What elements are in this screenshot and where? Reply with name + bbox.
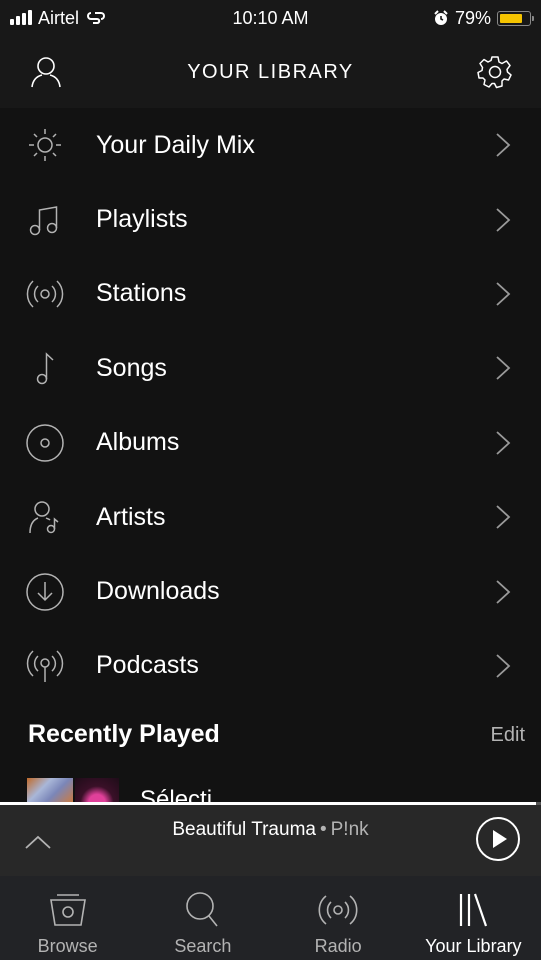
- bottom-tab-bar: Browse Search Radio Your Library: [0, 876, 541, 960]
- recently-played-item[interactable]: Sélecti: [0, 778, 541, 804]
- menu-item-label: Songs: [96, 353, 167, 382]
- menu-item-artists[interactable]: Artists: [0, 480, 541, 554]
- now-playing-track: Beautiful Trauma: [172, 819, 316, 840]
- playback-progress-bar: [0, 802, 541, 805]
- alarm-clock-icon: [434, 10, 448, 25]
- menu-item-downloads[interactable]: Downloads: [0, 554, 541, 628]
- settings-button[interactable]: [475, 52, 515, 92]
- podcast-icon: [24, 645, 66, 687]
- chevron-right-icon: [493, 130, 513, 160]
- artist-icon: [24, 496, 66, 538]
- carrier-name: Airtel: [38, 7, 80, 28]
- library-menu: Your Daily Mix Playlists Stations Songs …: [0, 108, 541, 703]
- now-playing-artist: P!nk: [330, 819, 369, 840]
- chevron-right-icon: [493, 428, 513, 458]
- wifi-calling-icon: [87, 12, 106, 24]
- chevron-right-icon: [493, 205, 513, 235]
- settings-gear-icon: [477, 56, 512, 89]
- tab-label: Browse: [37, 936, 98, 956]
- chevron-right-icon: [493, 577, 513, 607]
- chevron-right-icon: [493, 502, 513, 532]
- browse-icon: [48, 890, 88, 930]
- menu-item-songs[interactable]: Songs: [0, 331, 541, 405]
- menu-item-stations[interactable]: Stations: [0, 257, 541, 331]
- radio-icon: [318, 890, 358, 930]
- separator-dot: •: [319, 819, 327, 840]
- page-title: YOUR LIBRARY: [187, 60, 354, 83]
- menu-item-label: Your Daily Mix: [96, 130, 255, 159]
- menu-item-label: Albums: [96, 428, 180, 457]
- battery-percent: 79%: [454, 7, 491, 28]
- menu-item-daily-mix[interactable]: Your Daily Mix: [0, 108, 541, 182]
- cover-art-thumbnail: [75, 778, 119, 804]
- tab-your-library[interactable]: Your Library: [406, 876, 541, 960]
- recently-played-header: Recently Played Edit: [0, 716, 541, 756]
- album-disc-icon: [24, 422, 66, 464]
- menu-item-podcasts[interactable]: Podcasts: [0, 629, 541, 703]
- status-bar: Airtel 10:10 AM 79%: [0, 0, 541, 36]
- status-left: Airtel: [0, 8, 107, 29]
- recently-played-title: Recently Played: [28, 720, 220, 748]
- menu-item-playlists[interactable]: Playlists: [0, 182, 541, 256]
- battery-fill: [500, 13, 523, 23]
- menu-item-label: Downloads: [96, 577, 220, 606]
- menu-item-label: Podcasts: [96, 651, 199, 680]
- menu-item-label: Stations: [96, 279, 187, 308]
- radio-waves-icon: [24, 273, 66, 315]
- menu-item-albums[interactable]: Albums: [0, 406, 541, 480]
- profile-icon: [31, 57, 61, 88]
- library-icon: [453, 890, 493, 930]
- download-circle-icon: [24, 571, 66, 613]
- tab-label: Search: [174, 936, 232, 956]
- music-note-icon: [24, 347, 66, 389]
- tab-browse[interactable]: Browse: [0, 876, 135, 960]
- library-header: YOUR LIBRARY: [0, 36, 541, 108]
- tab-radio[interactable]: Radio: [271, 876, 406, 960]
- now-playing-info: Beautiful Trauma • P!nk: [0, 819, 541, 841]
- sun-icon: [24, 124, 66, 166]
- playback-progress-fill: [0, 802, 536, 805]
- profile-button[interactable]: [26, 52, 66, 92]
- signal-strength-icon: [10, 10, 32, 25]
- music-notes-icon: [24, 199, 66, 241]
- now-playing-bar[interactable]: Beautiful Trauma • P!nk: [0, 802, 541, 876]
- chevron-right-icon: [493, 651, 513, 681]
- menu-item-label: Playlists: [96, 205, 188, 234]
- chevron-right-icon: [493, 353, 513, 383]
- edit-button[interactable]: Edit: [491, 724, 525, 747]
- cover-art-thumbnail: [27, 778, 73, 804]
- tab-label: Radio: [314, 936, 362, 956]
- play-icon: [476, 817, 520, 861]
- tab-label: Your Library: [425, 936, 522, 956]
- play-button[interactable]: [475, 816, 521, 862]
- menu-item-label: Artists: [96, 502, 166, 531]
- chevron-right-icon: [493, 279, 513, 309]
- status-right: 79%: [433, 8, 541, 29]
- tab-search[interactable]: Search: [135, 876, 270, 960]
- battery-icon: [497, 10, 534, 26]
- search-icon: [183, 890, 223, 930]
